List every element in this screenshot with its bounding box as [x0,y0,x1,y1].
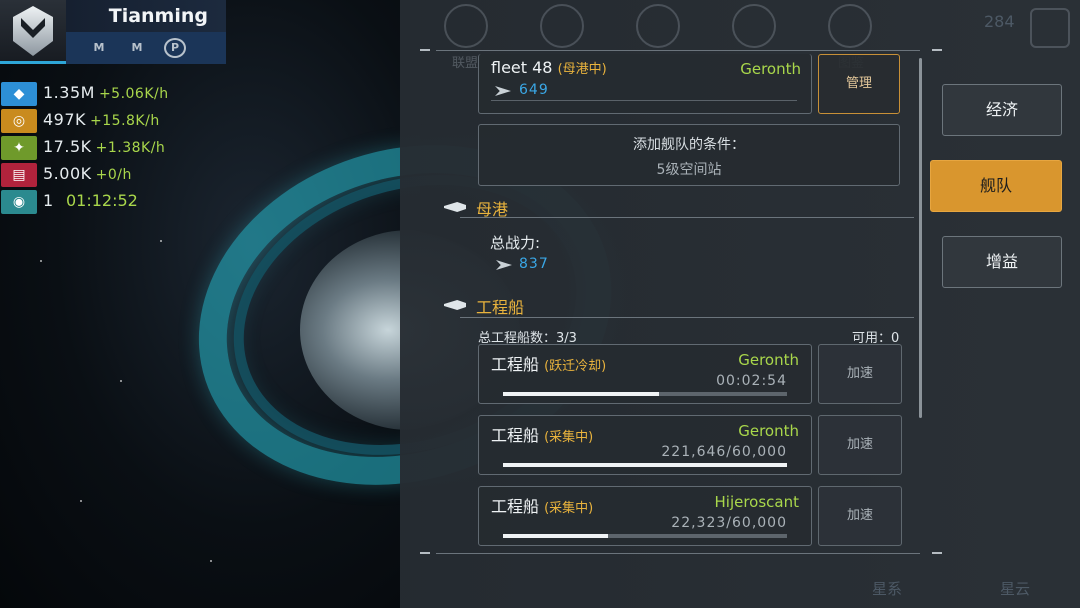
panel-top-divider [436,50,920,51]
frame-tick [420,49,430,51]
frame-tick [932,552,942,554]
ship-name: 工程船 (跃迁冷却) [491,355,607,374]
power-icon [495,86,511,96]
special-icon: ▤ [1,163,37,187]
rank-shield-icon [13,6,53,56]
star [210,560,212,562]
inventory-nav-icon[interactable] [540,4,584,48]
resource-value: 497K +15.8K/h [43,110,160,129]
ship-planet: Geronth [738,422,799,440]
resource-value: 1.35M +5.06K/h [43,83,169,102]
tab-fleet[interactable]: 舰队 [930,160,1062,212]
badge-m-icon[interactable]: M [88,38,110,58]
badge-p-icon[interactable]: P [164,38,186,58]
ship-timer: 00:02:54 [716,373,787,389]
resource-row-vision[interactable]: ◉ 1 01:12:52 [0,190,260,214]
badge-m2-icon[interactable]: M [126,38,148,58]
engineering-ship-card[interactable]: 工程船 (跃迁冷却) Geronth 00:02:54 [478,344,812,404]
fleet-power: 649 [519,82,549,98]
resource-row-special[interactable]: ▤ 5.00K +0/h [0,163,260,187]
panel-scrollbar[interactable] [919,58,922,418]
player-name-bar: Tianming [66,0,226,32]
homeport-power: 837 [519,256,549,272]
star [80,500,82,502]
station-nav-icon[interactable] [636,4,680,48]
engineering-ship-card[interactable]: 工程船 (采集中) Geronth 221,646/60,000 [478,415,812,475]
resource-row-crystal[interactable]: ✦ 17.5K +1.38K/h [0,136,260,160]
fleet-card[interactable]: fleet 48 (母港中) Geronth 649 [478,54,812,114]
resource-row-gas[interactable]: ◎ 497K +15.8K/h [0,109,260,133]
panel-bottom-divider [436,553,920,554]
ship-name: 工程船 (采集中) [491,426,594,445]
frame-tick [420,552,430,554]
fleet-name: fleet 48 (母港中) [491,58,607,77]
player-badges: M M P [66,32,226,64]
nebula-nav-label[interactable]: 星云 [1000,578,1030,599]
ship-planet: Geronth [738,351,799,369]
codex-nav-icon[interactable] [828,4,872,48]
resource-timer: 01:12:52 [66,191,138,210]
galaxy-nav-label[interactable]: 星系 [872,578,902,599]
gas-icon: ◎ [1,109,37,133]
alliance-nav-icon[interactable] [444,4,488,48]
alliance-nav-label: 联盟 [452,56,479,71]
engineering-ship-card[interactable]: 工程船 (采集中) Hijeroscant 22,323/60,000 [478,486,812,546]
star [120,380,122,382]
resource-value: 5.00K +0/h [43,164,132,183]
speed-up-button[interactable]: 加速 [818,344,902,404]
resource-value: 1 [43,191,54,210]
engineering-divider [460,317,914,318]
ship-progress-bar [503,392,787,396]
engineering-title: 工程船 [476,298,525,317]
ship-progress-bar [503,463,787,467]
ship-planet: Hijeroscant [714,493,800,511]
homeport-divider [460,217,914,218]
speed-up-button[interactable]: 加速 [818,486,902,546]
speed-up-button[interactable]: 加速 [818,415,902,475]
ship-name: 工程船 (采集中) [491,497,594,516]
ship-progress-bar [503,534,787,538]
player-avatar[interactable] [0,0,66,64]
top-counter: 284 [984,12,1015,31]
add-fleet-condition: 添加舰队的条件： 5级空间站 [478,124,900,186]
settings-gear-icon[interactable] [1030,8,1070,48]
frame-tick [932,49,942,51]
star [160,240,162,242]
ship-collected: 22,323/60,000 [671,515,787,531]
eye-icon: ◉ [1,190,37,214]
tab-buffs[interactable]: 增益 [942,236,1062,288]
fleet-planet: Geronth [740,60,801,78]
crystal-icon: ✦ [1,136,37,160]
add-fleet-requirement: 5级空间站 [656,162,722,178]
add-fleet-title: 添加舰队的条件： [633,137,745,153]
star [40,260,42,262]
fleet-card-line [491,100,797,101]
resource-value: 17.5K +1.38K/h [43,137,166,156]
ore-icon: ◆ [1,82,37,106]
manage-button[interactable]: 管理 [818,54,900,114]
tab-economy[interactable]: 经济 [942,84,1062,136]
mail-nav-icon[interactable] [732,4,776,48]
resource-row-ore[interactable]: ◆ 1.35M +5.06K/h [0,82,260,106]
ship-collected: 221,646/60,000 [661,444,787,460]
homeport-power-label: 总战力: [490,234,541,252]
player-name: Tianming [108,5,208,27]
